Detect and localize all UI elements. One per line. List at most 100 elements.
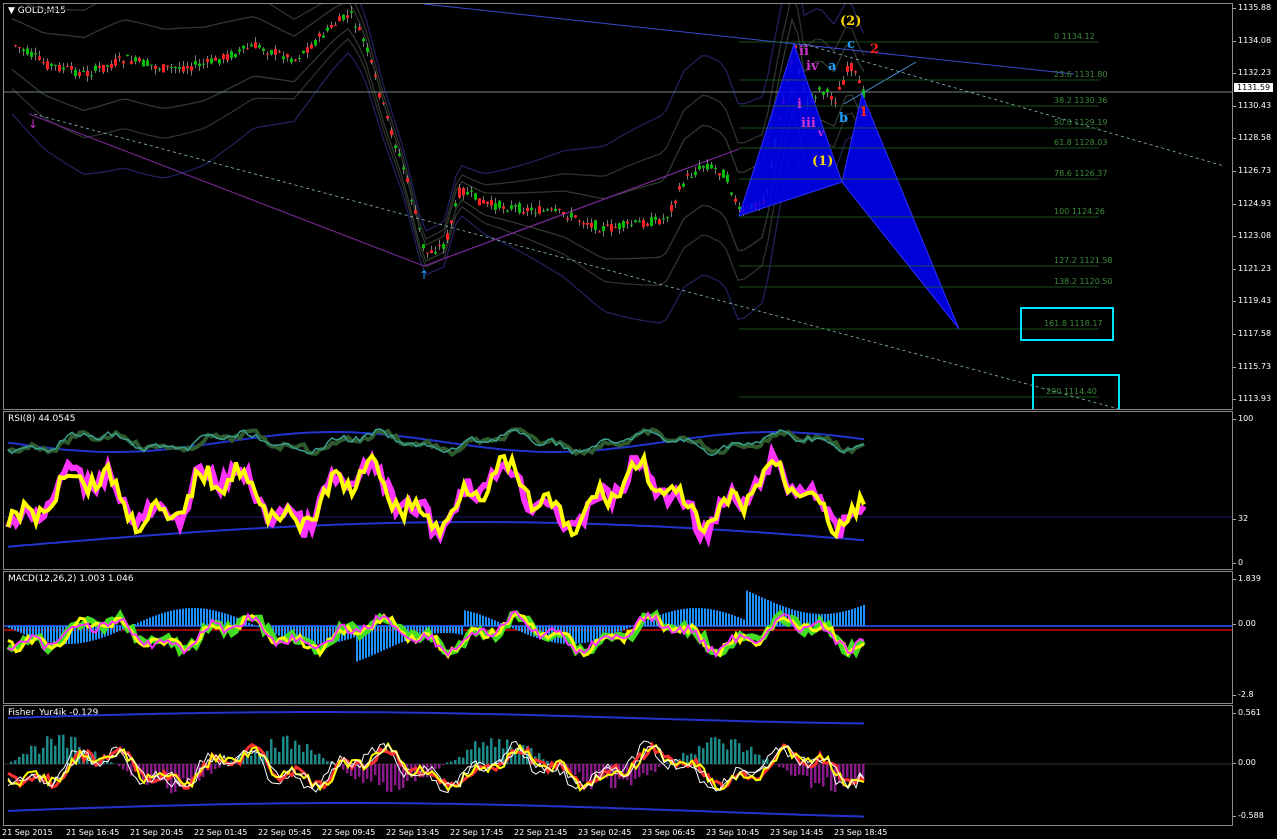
fisher-histogram-bar	[822, 764, 825, 787]
fisher-histogram-bar	[478, 747, 481, 764]
macd-histogram-bar	[14, 626, 16, 631]
fib-level-label: 78.6 1126.37	[1054, 169, 1108, 178]
envelope-band	[11, 27, 865, 262]
wave-label-2-major: (2)	[840, 14, 862, 29]
candle-body	[138, 58, 141, 62]
candle-body	[38, 56, 41, 60]
macd-histogram-bar	[170, 610, 172, 626]
candle-body	[282, 56, 285, 60]
candle-body	[534, 212, 537, 214]
rsi-panel[interactable]: RSI(8) 44.0545	[3, 411, 1233, 570]
macd-histogram-bar	[695, 608, 697, 626]
fisher-histogram-bar	[658, 764, 661, 767]
fisher-histogram-bar	[50, 738, 53, 764]
macd-histogram-bar	[206, 609, 208, 626]
candle-body	[694, 171, 697, 176]
candle-body	[150, 64, 153, 66]
candle-body	[402, 167, 405, 170]
macd-histogram-bar	[116, 626, 118, 633]
fisher-histogram-bar	[458, 756, 461, 764]
fisher-panel[interactable]: Fisher_Yur4ik -0.129	[3, 705, 1233, 826]
time-axis-tick: 22 Sep 01:45	[194, 828, 248, 837]
candle-body	[738, 206, 741, 210]
macd-histogram-bar	[152, 616, 154, 626]
candle-body	[86, 70, 89, 76]
price-chart-panel[interactable]: ▼ GOLD,M15 ↓ ↑ (2) (1) ii iv i iii v a b …	[3, 3, 1233, 410]
candle-body	[474, 193, 477, 200]
candle-body	[14, 45, 17, 47]
macd-histogram-bar	[491, 619, 493, 626]
wave-label-2-minor: 2	[870, 42, 880, 57]
fisher-histogram-bar	[466, 749, 469, 764]
candle-body	[454, 203, 457, 207]
macd-histogram-bar	[764, 598, 766, 626]
price-axis[interactable]: 1135.88 1134.08 1132.23 1130.43 1128.58 1126.…	[1232, 3, 1277, 410]
macd-histogram-bar	[626, 626, 628, 629]
macd-panel[interactable]: MACD(12,26,2) 1.003 1.046	[3, 571, 1233, 704]
macd-histogram-bar	[314, 626, 316, 644]
fisher-histogram-bar	[286, 735, 289, 764]
fisher-histogram-bar	[386, 764, 389, 792]
price-axis-tick: 1119.43	[1232, 296, 1272, 306]
time-axis-tick: 22 Sep 13:45	[386, 828, 440, 837]
candle-body	[226, 54, 229, 61]
macd-histogram-bar	[143, 620, 145, 626]
macd-axis: 1.839 0.00 -2.8	[1233, 571, 1277, 704]
fisher-axis-top: 0.561	[1233, 708, 1261, 717]
macd-histogram-bar	[392, 626, 394, 647]
macd-histogram-bar	[518, 626, 520, 632]
candle-body	[614, 227, 617, 229]
macd-histogram-bar	[182, 608, 184, 626]
candle-body	[214, 57, 217, 61]
candle-body	[102, 64, 105, 72]
candle-body	[350, 11, 353, 13]
candle-body	[174, 66, 177, 69]
target-box-161[interactable]	[1020, 307, 1114, 341]
candle-body	[410, 199, 413, 201]
candle-body	[854, 71, 857, 73]
macd-histogram-bar	[257, 626, 259, 627]
fisher-histogram-bar	[754, 754, 757, 764]
price-axis-tick: 1121.23	[1232, 263, 1272, 273]
macd-histogram-bar	[863, 604, 865, 626]
candle-body	[466, 192, 469, 195]
target-box-200[interactable]	[1032, 374, 1120, 409]
candle-body	[206, 58, 209, 62]
candle-body	[370, 60, 373, 63]
macd-histogram-bar	[746, 590, 748, 626]
macd-histogram-bar	[725, 612, 727, 626]
fisher-histogram-bar	[254, 752, 257, 764]
fisher-lower-band	[7, 802, 865, 818]
candle-body	[642, 219, 645, 228]
candle-body	[814, 97, 817, 99]
candle-body	[834, 102, 837, 104]
candle-body	[554, 208, 557, 212]
fisher-histogram-bar	[434, 764, 437, 769]
macd-histogram-bar	[755, 594, 757, 626]
candle-body	[70, 65, 73, 70]
time-axis[interactable]: 21 Sep 2015 21 Sep 16:45 21 Sep 20:45 22 Se…	[0, 826, 1234, 839]
macd-histogram-bar	[473, 612, 475, 626]
candle-body	[706, 164, 709, 170]
fisher-histogram-bar	[378, 764, 381, 786]
candle-body	[598, 231, 601, 233]
trend-line-lower-dotted	[33, 113, 1120, 409]
wave-label-v: v	[818, 128, 824, 139]
fisher-histogram-bar	[738, 743, 741, 764]
macd-axis-top: 1.839	[1233, 574, 1261, 583]
fisher-histogram-bar	[494, 746, 497, 764]
fisher-axis: 0.561 0.00 -0.588	[1233, 705, 1277, 826]
candle-body	[314, 39, 317, 46]
candle-body	[186, 66, 189, 69]
fisher-histogram-bar	[290, 748, 293, 764]
time-axis-tick: 23 Sep 10:45	[706, 828, 760, 837]
macd-histogram-bar	[53, 626, 55, 643]
macd-histogram-bar	[707, 608, 709, 626]
fisher-histogram-bar	[34, 746, 37, 764]
fisher-histogram-bar	[462, 757, 465, 764]
wave-label-1-minor: 1	[859, 105, 869, 120]
fisher-histogram-bar	[730, 739, 733, 764]
candle-body	[734, 198, 737, 202]
macd-histogram-bar	[665, 612, 667, 626]
candle-body	[506, 210, 509, 212]
